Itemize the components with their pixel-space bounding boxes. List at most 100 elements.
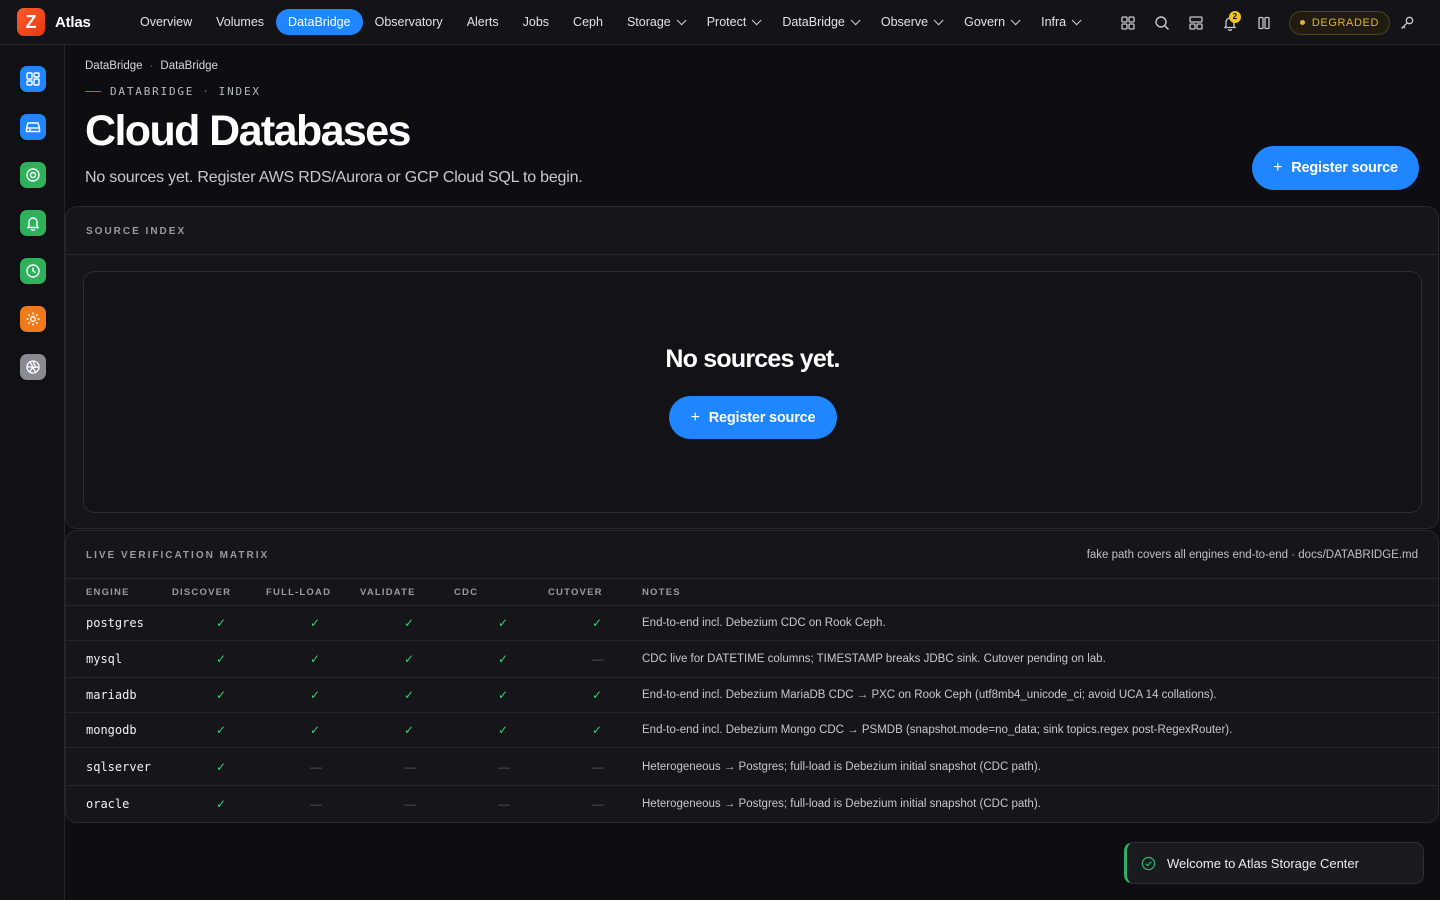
- status-cell: —: [548, 640, 642, 678]
- status-cell: —: [266, 786, 360, 823]
- check-icon: ✓: [216, 797, 227, 812]
- sidebar-jobs-button[interactable]: [20, 258, 46, 284]
- sidebar: [0, 45, 65, 900]
- nav-item-volumes[interactable]: Volumes: [204, 9, 276, 35]
- sidebar-storage-button[interactable]: [20, 114, 46, 140]
- sidebar-dashboard-button[interactable]: [20, 66, 46, 92]
- sidebar-infra-button[interactable]: [20, 354, 46, 380]
- toast-message: Welcome to Atlas Storage Center: [1167, 855, 1359, 871]
- check-icon: ✓: [498, 652, 509, 666]
- dash-icon: —: [592, 759, 604, 774]
- breadcrumb-item-current: DataBridge: [160, 60, 218, 72]
- system-status-badge[interactable]: DEGRADED: [1288, 10, 1390, 35]
- nav-item-observatory[interactable]: Observatory: [363, 9, 455, 35]
- settings-gear-icon: [26, 312, 40, 326]
- brand[interactable]: Z Atlas: [0, 8, 124, 36]
- matrix-note: fake path covers all engines end-to-end …: [1086, 549, 1418, 561]
- check-circle-icon: [1141, 856, 1156, 870]
- plus-icon: +: [1273, 159, 1283, 176]
- dash-icon: —: [498, 759, 510, 774]
- table-row-postgres: postgres ✓ ✓ ✓ ✓ ✓ End-to-end incl. Debezium C…: [66, 605, 1438, 641]
- table-row-oracle: oracle ✓ — — — — Heterogeneous → Postgres; ful…: [66, 786, 1438, 823]
- status-cell: ✓: [172, 677, 266, 713]
- status-cell: ✓: [548, 712, 642, 748]
- sidebar-alerts-button[interactable]: [20, 210, 46, 236]
- nav-item-storage-menu[interactable]: Storage: [615, 9, 695, 35]
- check-icon: ✓: [216, 688, 227, 702]
- nav-item-protect-menu[interactable]: Protect: [695, 9, 771, 35]
- layout-icon[interactable]: [1179, 6, 1213, 40]
- key-icon[interactable]: [1390, 6, 1424, 40]
- dash-icon: —: [592, 797, 604, 812]
- apps-grid-icon[interactable]: [1111, 6, 1145, 40]
- status-cell: —: [360, 786, 454, 823]
- nav-item-label: Volumes: [216, 15, 265, 29]
- status-cell: —: [548, 786, 642, 823]
- nav-item-label: Overview: [140, 15, 193, 29]
- sidebar-settings-button[interactable]: [20, 306, 46, 332]
- check-icon: ✓: [310, 652, 321, 666]
- notifications-button[interactable]: 2: [1213, 6, 1247, 40]
- nav-item-overview[interactable]: Overview: [128, 9, 204, 35]
- table-row-mysql: mysql ✓ ✓ ✓ ✓ — CDC live for DATETIME columns;…: [66, 640, 1438, 678]
- search-icon[interactable]: [1145, 6, 1179, 40]
- table-row-mariadb: mariadb ✓ ✓ ✓ ✓ ✓ End-to-end incl. Debezium Ma…: [66, 677, 1438, 713]
- sidebar-observe-button[interactable]: [20, 162, 46, 188]
- engine-cell: mariadb: [66, 677, 172, 713]
- status-cell: ✓: [454, 640, 548, 678]
- nav-item-infra-menu[interactable]: Infra: [1029, 9, 1090, 35]
- check-icon: ✓: [216, 759, 227, 774]
- table-header-row: ENGINE DISCOVER FULL-LOAD VALIDATE CDC C…: [66, 578, 1438, 606]
- empty-register-source-button[interactable]: + Register source: [669, 396, 837, 439]
- page-kicker: DATABRIDGE · INDEX: [85, 85, 261, 98]
- breadcrumb: DataBridge · DataBridge: [85, 60, 218, 72]
- app-name: Atlas: [55, 13, 91, 31]
- check-icon: ✓: [592, 723, 603, 737]
- register-source-button[interactable]: + Register source: [1252, 146, 1419, 190]
- source-index-heading: SOURCE INDEX: [86, 226, 187, 237]
- chevron-down-icon: [676, 14, 687, 25]
- status-cell: ✓: [172, 786, 266, 823]
- nav-item-databridge[interactable]: DataBridge: [276, 9, 363, 35]
- notes-cell: End-to-end incl. Debezium CDC on Rook Ce…: [642, 605, 1438, 641]
- status-cell: ✓: [360, 677, 454, 713]
- breadcrumb-item[interactable]: DataBridge: [85, 60, 143, 72]
- columns-icon[interactable]: [1247, 6, 1281, 40]
- page-title: Cloud Databases: [85, 107, 411, 155]
- table-row-sqlserver: sqlserver ✓ — — — — Heterogeneous → Postgres; …: [66, 747, 1438, 786]
- chevron-down-icon: [850, 14, 861, 25]
- source-index-panel: SOURCE INDEX No sources yet. + Register …: [65, 206, 1439, 529]
- nav-item-govern-menu[interactable]: Govern: [952, 9, 1029, 35]
- status-cell: —: [454, 747, 548, 786]
- status-label: DEGRADED: [1311, 16, 1379, 29]
- notification-count-badge: 2: [1228, 10, 1241, 23]
- column-header: CDC: [454, 578, 548, 606]
- notes-cell: CDC live for DATETIME columns; TIMESTAMP…: [642, 640, 1438, 678]
- engine-name: sqlserver: [86, 759, 152, 774]
- check-icon: ✓: [498, 723, 509, 737]
- register-source-label: Register source: [708, 409, 816, 426]
- nav-item-observe-menu[interactable]: Observe: [869, 9, 952, 35]
- check-icon: ✓: [592, 688, 603, 702]
- status-cell: ✓: [172, 712, 266, 748]
- nav-item-label: Storage: [626, 15, 671, 29]
- kicker-page: INDEX: [218, 85, 261, 98]
- dash-icon: —: [310, 797, 322, 812]
- check-icon: ✓: [592, 616, 603, 630]
- welcome-toast[interactable]: Welcome to Atlas Storage Center: [1124, 842, 1424, 884]
- nav-item-jobs[interactable]: Jobs: [511, 9, 561, 35]
- column-header: VALIDATE: [360, 578, 454, 606]
- engine-name: postgres: [86, 616, 144, 630]
- nav-item-alerts[interactable]: Alerts: [455, 9, 511, 35]
- check-icon: ✓: [404, 616, 415, 630]
- engine-name: mariadb: [86, 688, 137, 702]
- status-cell: ✓: [266, 677, 360, 713]
- nav-item-label: Observatory: [374, 15, 443, 29]
- check-icon: ✓: [310, 616, 321, 630]
- nav-item-ceph[interactable]: Ceph: [561, 9, 615, 35]
- chevron-down-icon: [1071, 14, 1082, 25]
- nav-item-databridge-menu[interactable]: DataBridge: [770, 9, 869, 35]
- engine-name: mongodb: [86, 723, 137, 737]
- check-icon: ✓: [404, 688, 415, 702]
- nav-item-label: Govern: [964, 15, 1006, 29]
